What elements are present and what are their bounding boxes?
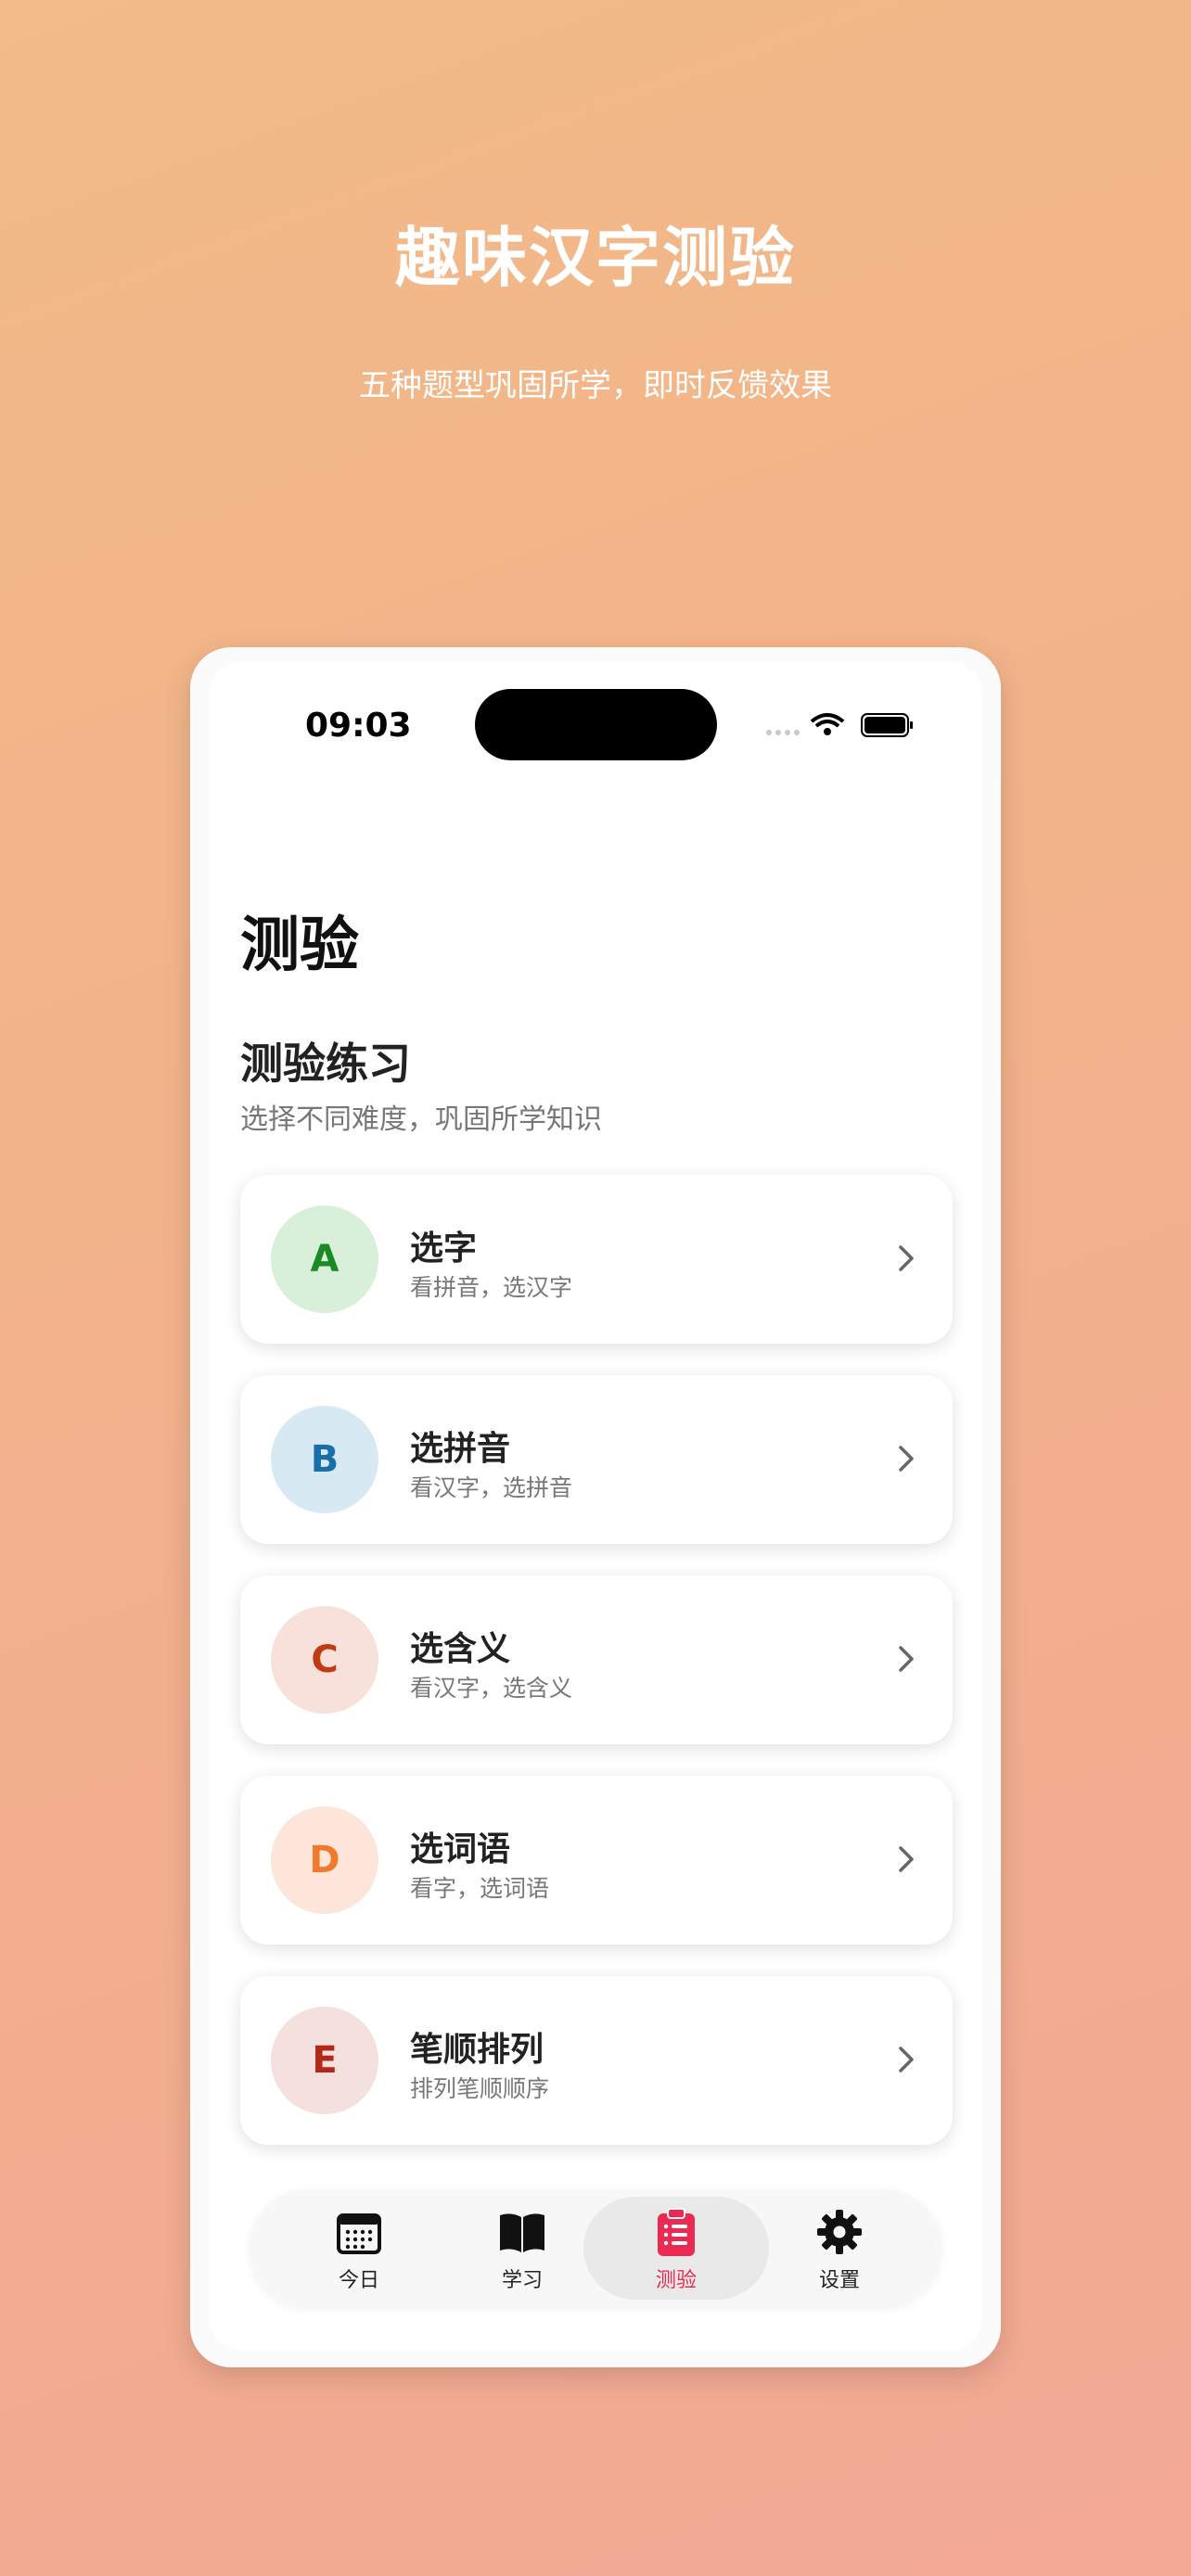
quiz-card-title: 选字 <box>410 1230 478 1268</box>
quiz-card-desc: 看拼音，选汉字 <box>410 1274 573 1301</box>
hero-subtitle: 五种题型巩固所学，即时反馈效果 <box>359 367 832 404</box>
status-icons <box>765 710 923 738</box>
section-title: 测验练习 <box>240 1039 411 1089</box>
quiz-card-desc: 看汉字，选含义 <box>410 1675 573 1702</box>
quiz-badge-a: A <box>271 1205 378 1313</box>
tab-label: 今日 <box>338 2269 379 2292</box>
book-icon <box>500 2213 544 2252</box>
tab-settings[interactable]: 设置 <box>747 2197 932 2300</box>
quiz-card-desc: 看汉字，选拼音 <box>410 1474 573 1501</box>
quiz-badge-d: D <box>271 1806 378 1914</box>
quiz-card-select-meaning[interactable]: C 选含义 看汉字，选含义 <box>240 1575 953 1744</box>
quiz-card-select-pinyin[interactable]: B 选拼音 看汉字，选拼音 <box>240 1375 953 1544</box>
calendar-icon <box>337 2213 381 2254</box>
cellular-signal-icon <box>766 713 913 737</box>
quiz-card-desc: 看字，选词语 <box>410 1875 550 1902</box>
quiz-badge-e: E <box>271 2007 378 2114</box>
quiz-card-title: 笔顺排列 <box>410 2031 544 2069</box>
tab-today[interactable]: 今日 <box>266 2197 452 2300</box>
chevron-right-icon <box>899 1646 914 1672</box>
quiz-card-select-character[interactable]: A 选字 看拼音，选汉字 <box>240 1175 953 1344</box>
quiz-card-title: 选含义 <box>410 1630 511 1668</box>
quiz-badge-b: B <box>271 1406 378 1513</box>
chevron-right-icon <box>899 1846 914 1872</box>
quiz-card-stroke-order[interactable]: E 笔顺排列 排列笔顺顺序 <box>240 1976 953 2145</box>
gear-icon <box>817 2210 862 2254</box>
status-time: 09:03 <box>305 707 412 745</box>
battery-icon <box>861 713 913 737</box>
chevron-right-icon <box>899 1446 914 1472</box>
quiz-card-desc: 排列笔顺顺序 <box>410 2075 550 2102</box>
quiz-badge-c: C <box>271 1606 378 1714</box>
dynamic-island <box>475 689 717 760</box>
page-title: 测验 <box>240 912 359 980</box>
quiz-card-select-word[interactable]: D 选词语 看字，选词语 <box>240 1776 953 1945</box>
tab-bar: 今日 学习 测验 设置 <box>250 2189 941 2307</box>
section-subtitle: 选择不同难度，巩固所学知识 <box>240 1103 602 1136</box>
chevron-right-icon <box>899 2047 914 2072</box>
tab-label: 测验 <box>655 2269 697 2292</box>
quiz-card-title: 选词语 <box>410 1830 511 1868</box>
wifi-icon <box>810 713 845 735</box>
clipboard-icon <box>658 2208 695 2256</box>
quiz-card-title: 选拼音 <box>410 1430 511 1468</box>
chevron-right-icon <box>899 1245 914 1271</box>
tab-label: 设置 <box>818 2269 860 2292</box>
phone-frame: 09:03 测验 测验练习 选择不同难度，巩固所学知识 A 选字 看拼音，选汉字… <box>190 647 1001 2367</box>
hero-title: 趣味汉字测验 <box>395 220 796 296</box>
tab-quiz[interactable]: 测验 <box>583 2197 769 2300</box>
phone-screen: 09:03 测验 测验练习 选择不同难度，巩固所学知识 A 选字 看拼音，选汉字… <box>209 662 982 2351</box>
